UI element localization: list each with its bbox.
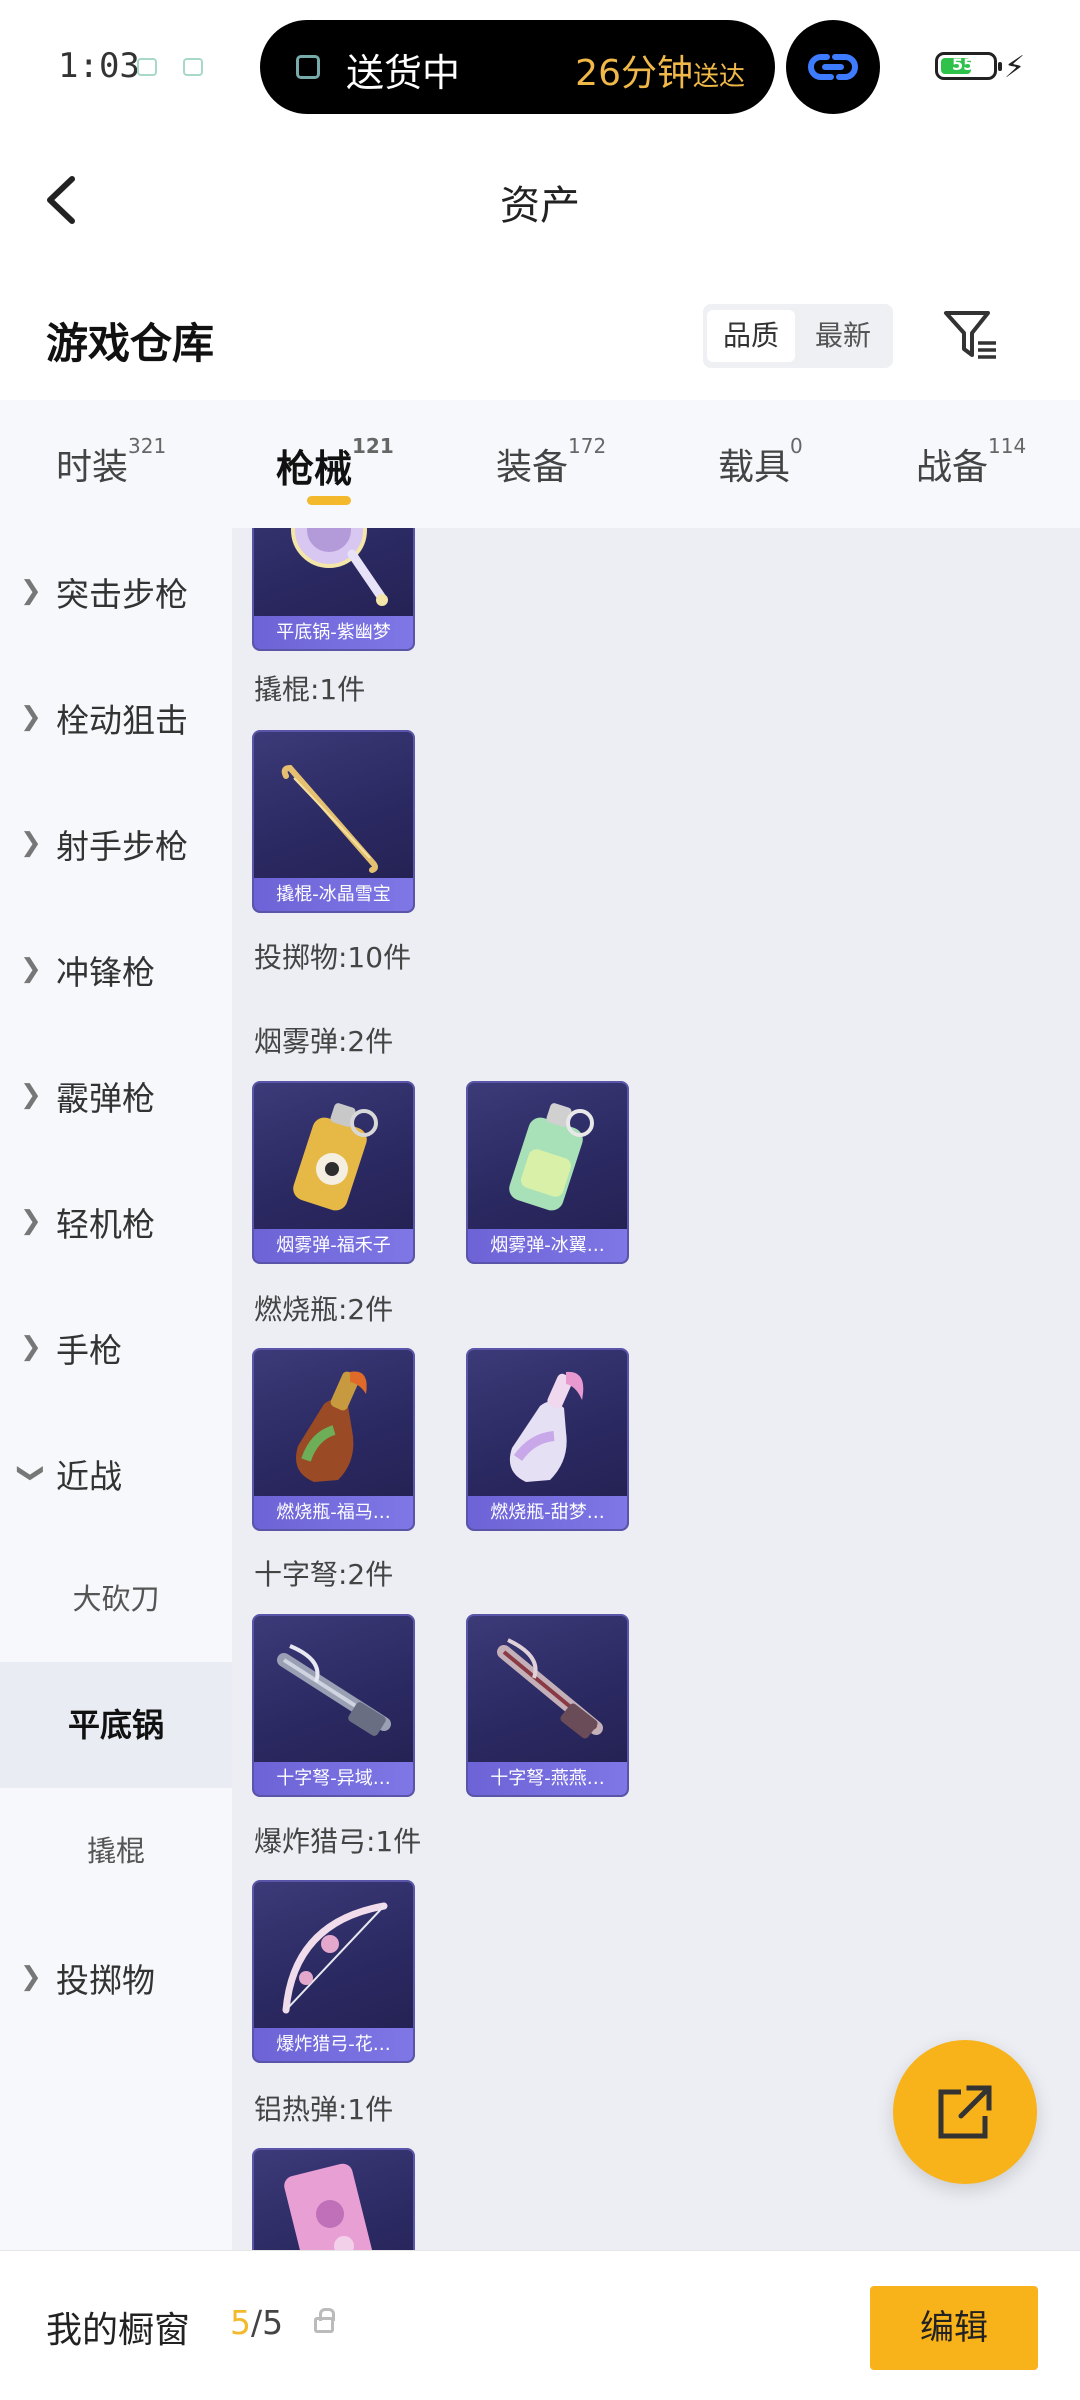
crossbow-icon bbox=[277, 1644, 391, 1736]
category-tabs: 时装321 枪械121 装备172 载具0 战备114 bbox=[0, 400, 1080, 528]
notification-icon bbox=[183, 58, 203, 76]
item-card[interactable]: 撬棍-冰晶雪宝 bbox=[252, 730, 415, 913]
sidebar-item-melee[interactable]: ❯ 近战 bbox=[0, 1410, 232, 1536]
sidebar-subitem-machete[interactable]: 大砍刀 bbox=[0, 1536, 232, 1662]
chevron-right-icon: ❯ bbox=[20, 1962, 42, 1992]
link-bubble[interactable] bbox=[786, 20, 880, 114]
thermite-grenade-icon bbox=[284, 2163, 382, 2250]
tab-fashion[interactable]: 时装321 bbox=[56, 434, 166, 490]
smoke-grenade-icon bbox=[293, 1103, 378, 1211]
delivery-app-icon bbox=[296, 55, 320, 79]
item-card[interactable]: 烟雾弹-福禾子 bbox=[252, 1081, 415, 1264]
crossbow-icon bbox=[497, 1638, 603, 1739]
item-caption: 烟雾弹-福禾子 bbox=[254, 1229, 413, 1262]
frying-pan-icon bbox=[291, 528, 388, 606]
crowbar-icon bbox=[281, 764, 378, 873]
chevron-down-icon: ❯ bbox=[15, 1462, 46, 1484]
sort-by-newest[interactable]: 最新 bbox=[799, 310, 887, 362]
clock: 1:03 bbox=[58, 46, 140, 86]
share-icon bbox=[938, 2085, 992, 2139]
status-bar: 1:03 送货中 26分钟送达 55 ⚡ bbox=[0, 0, 1080, 135]
molotov-icon bbox=[296, 1371, 367, 1482]
chevron-right-icon: ❯ bbox=[20, 828, 42, 858]
molotov-icon bbox=[509, 1371, 584, 1482]
item-caption: 爆炸猎弓-花… bbox=[254, 2028, 413, 2061]
link-icon bbox=[808, 54, 858, 80]
item-card[interactable]: 燃烧瓶-甜梦… bbox=[466, 1348, 629, 1531]
app-header: 资产 bbox=[0, 135, 1080, 265]
showcase-bar: 我的橱窗 5/5 编辑 bbox=[0, 2250, 1080, 2400]
sidebar-subitem-crowbar[interactable]: 撬棍 bbox=[0, 1788, 232, 1914]
item-card[interactable]: 平底锅-紫幽梦 bbox=[252, 528, 415, 651]
weapon-type-sidebar: ❯ 突击步枪 ❯ 栓动狙击 ❯ 射手步枪 ❯ 冲锋枪 ❯ 霰弹枪 ❯ 轻机枪 ❯ 手枪 ❯ 近战… bbox=[0, 528, 232, 2250]
showcase-count: 5/5 bbox=[230, 2303, 284, 2342]
chevron-right-icon: ❯ bbox=[20, 1206, 42, 1236]
filter-icon bbox=[944, 311, 996, 359]
item-caption: 十字弩-燕燕… bbox=[468, 1762, 627, 1795]
sidebar-item-marksman-rifle[interactable]: ❯ 射手步枪 bbox=[0, 780, 232, 906]
bow-icon bbox=[282, 1902, 388, 2014]
item-grid: 平底锅-紫幽梦 撬棍:1件 撬棍-冰晶雪宝 投掷物:10件 烟雾弹:2件 烟雾弹… bbox=[232, 528, 1080, 2250]
charging-icon: ⚡ bbox=[1004, 50, 1026, 85]
group-label: 撬棍:1件 bbox=[254, 673, 366, 706]
chevron-right-icon: ❯ bbox=[20, 576, 42, 606]
page-title: 资产 bbox=[500, 183, 580, 229]
sidebar-subitem-frying-pan[interactable]: 平底锅 bbox=[0, 1662, 232, 1788]
sidebar-item-shotgun[interactable]: ❯ 霰弹枪 bbox=[0, 1032, 232, 1158]
edit-button[interactable]: 编辑 bbox=[870, 2286, 1038, 2370]
lock-icon bbox=[314, 2308, 335, 2333]
item-card[interactable]: 十字弩-异域… bbox=[252, 1614, 415, 1797]
sidebar-item-assault-rifle[interactable]: ❯ 突击步枪 bbox=[0, 528, 232, 654]
sidebar-item-pistol[interactable]: ❯ 手枪 bbox=[0, 1284, 232, 1410]
sort-toggle: 品质 最新 bbox=[703, 304, 893, 368]
item-card[interactable]: 烟雾弹-冰翼… bbox=[466, 1081, 629, 1264]
delivery-status: 送货中 bbox=[346, 51, 461, 95]
active-tab-indicator bbox=[307, 496, 351, 505]
item-caption: 烟雾弹-冰翼… bbox=[468, 1229, 627, 1262]
item-caption: 十字弩-异域… bbox=[254, 1762, 413, 1795]
filter-button[interactable] bbox=[940, 305, 1000, 365]
item-card[interactable]: 燃烧瓶-福马… bbox=[252, 1348, 415, 1531]
group-label: 燃烧瓶:2件 bbox=[254, 1293, 394, 1326]
tab-supplies[interactable]: 战备114 bbox=[916, 434, 1026, 490]
chevron-right-icon: ❯ bbox=[20, 954, 42, 984]
item-caption: 平底锅-紫幽梦 bbox=[254, 616, 413, 649]
item-card[interactable] bbox=[252, 2148, 415, 2250]
delivery-island[interactable]: 送货中 26分钟送达 bbox=[260, 20, 775, 114]
group-label: 投掷物:10件 bbox=[254, 941, 412, 974]
chevron-right-icon: ❯ bbox=[20, 1332, 42, 1362]
tab-vehicles[interactable]: 载具0 bbox=[718, 434, 803, 490]
group-label: 烟雾弹:2件 bbox=[254, 1025, 394, 1058]
group-label: 十字弩:2件 bbox=[254, 1558, 394, 1591]
item-card[interactable]: 十字弩-燕燕… bbox=[466, 1614, 629, 1797]
delivery-eta: 26分钟送达 bbox=[575, 53, 745, 94]
chevron-right-icon: ❯ bbox=[20, 1080, 42, 1110]
warehouse-title: 游戏仓库 bbox=[46, 319, 215, 368]
sidebar-item-throwables[interactable]: ❯ 投掷物 bbox=[0, 1914, 232, 2040]
share-fab[interactable] bbox=[893, 2040, 1037, 2184]
item-caption: 燃烧瓶-甜梦… bbox=[468, 1496, 627, 1529]
group-label: 爆炸猎弓:1件 bbox=[254, 1825, 422, 1858]
item-caption: 撬棍-冰晶雪宝 bbox=[254, 878, 413, 911]
sidebar-item-smg[interactable]: ❯ 冲锋枪 bbox=[0, 906, 232, 1032]
tab-equipment[interactable]: 装备172 bbox=[496, 434, 606, 490]
smoke-grenade-icon bbox=[509, 1103, 594, 1211]
sidebar-item-lmg[interactable]: ❯ 轻机枪 bbox=[0, 1158, 232, 1284]
showcase-label: 我的橱窗 bbox=[46, 2310, 191, 2351]
group-label: 铝热弹:1件 bbox=[254, 2093, 394, 2126]
battery-icon: 55 bbox=[935, 52, 1002, 80]
item-caption: 燃烧瓶-福马… bbox=[254, 1496, 413, 1529]
chevron-right-icon: ❯ bbox=[20, 702, 42, 732]
sort-by-quality[interactable]: 品质 bbox=[707, 310, 795, 362]
sidebar-item-bolt-sniper[interactable]: ❯ 栓动狙击 bbox=[0, 654, 232, 780]
tab-firearms[interactable]: 枪械121 bbox=[276, 434, 394, 493]
notification-icon bbox=[137, 58, 157, 76]
item-card[interactable]: 爆炸猎弓-花… bbox=[252, 1880, 415, 2063]
